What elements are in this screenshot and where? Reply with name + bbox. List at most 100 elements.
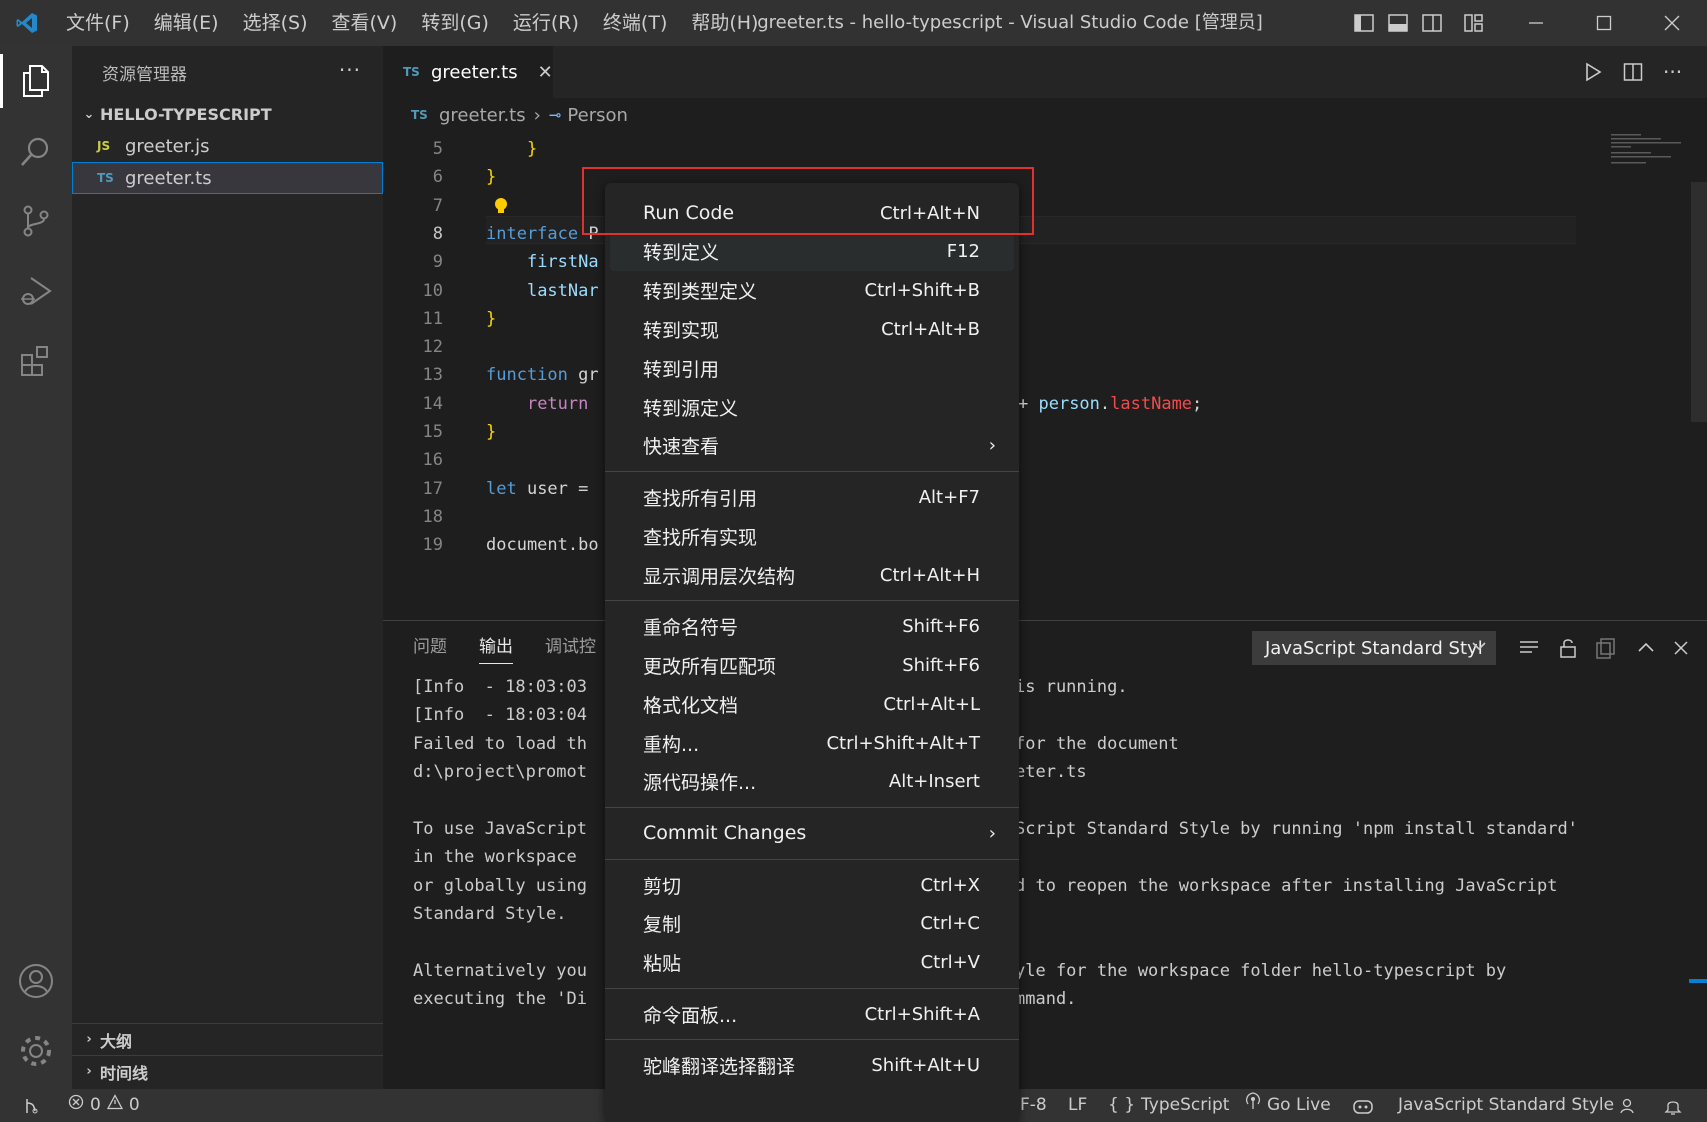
context-menu-item[interactable]: 转到类型定义 Ctrl+Shift+B: [610, 272, 1014, 310]
extensions-icon[interactable]: [0, 326, 72, 396]
eol-status[interactable]: LF: [1068, 1089, 1087, 1122]
menu-item-shortcut: Alt+F7: [918, 486, 980, 508]
minimap[interactable]: [1607, 132, 1687, 172]
maximize-button[interactable]: [1570, 0, 1638, 46]
menu-terminal[interactable]: 终端(T): [591, 0, 679, 46]
menu-item-label: 粘贴: [643, 953, 682, 976]
menu-run[interactable]: 运行(R): [501, 0, 591, 46]
editor-more-actions-icon[interactable]: ···: [1663, 46, 1682, 98]
toggle-panel-icon[interactable]: [1386, 12, 1410, 34]
search-icon[interactable]: [0, 116, 72, 186]
file-item-greeter-js[interactable]: JS greeter.js: [72, 130, 383, 162]
breadcrumb-symbol[interactable]: Person: [567, 105, 628, 126]
code-token: lastName: [1110, 393, 1193, 414]
manage-gear-icon[interactable]: [0, 1016, 72, 1086]
run-code-icon[interactable]: [1583, 46, 1603, 98]
split-editor-icon[interactable]: [1623, 46, 1643, 98]
code-line-tail: + person.lastName;: [1018, 390, 1202, 418]
context-menu-item[interactable]: 重构... Ctrl+Shift+Alt+T: [610, 724, 1014, 762]
explorer-sidebar: 资源管理器 ··· ⌄ HELLO-TYPESCRIPT JS greeter.…: [72, 46, 383, 1089]
tab-problems[interactable]: 问题: [397, 621, 463, 673]
context-menu-item[interactable]: 显示调用层次结构 Ctrl+Alt+H: [610, 556, 1014, 594]
breadcrumb-file[interactable]: greeter.ts: [439, 105, 526, 126]
file-item-greeter-ts[interactable]: TS greeter.ts: [72, 162, 383, 194]
context-menu-item[interactable]: 源代码操作... Alt+Insert: [610, 763, 1014, 801]
context-menu-item[interactable]: 转到引用: [610, 349, 1014, 387]
copilot-icon[interactable]: [1352, 1089, 1374, 1122]
notifications-bell-icon[interactable]: [1664, 1089, 1682, 1122]
file-name: greeter.ts: [125, 167, 212, 189]
context-menu-item[interactable]: 复制 Ctrl+C: [610, 905, 1014, 943]
encoding-status[interactable]: F-8: [1020, 1089, 1047, 1122]
linter-status[interactable]: JavaScript Standard Style: [1398, 1089, 1614, 1122]
go-live-status[interactable]: Go Live: [1245, 1089, 1331, 1122]
outline-section[interactable]: › 大纲: [72, 1023, 383, 1055]
context-menu-item[interactable]: 驼峰翻译选择翻译 Shift+Alt+U: [610, 1047, 1014, 1085]
menu-item-label: 复制: [643, 914, 682, 937]
menu-view[interactable]: 查看(V): [320, 0, 410, 46]
breadcrumb-separator: ›: [533, 104, 541, 126]
context-menu-item[interactable]: 格式化文档 Ctrl+Alt+L: [610, 685, 1014, 723]
output-channel-select[interactable]: JavaScript Standard Styl: [1252, 631, 1496, 665]
open-log-file-icon[interactable]: [1595, 631, 1617, 665]
lock-scroll-icon[interactable]: [1558, 631, 1578, 665]
warning-icon: [106, 1089, 123, 1122]
context-menu-item[interactable]: 粘贴 Ctrl+V: [610, 944, 1014, 982]
language-status[interactable]: { } TypeScript: [1108, 1089, 1229, 1122]
menu-item-shortcut: Alt+Insert: [888, 771, 980, 793]
tab-output[interactable]: 输出: [463, 621, 529, 673]
customize-layout-icon[interactable]: [1462, 12, 1486, 34]
menu-edit[interactable]: 编辑(E): [142, 0, 231, 46]
output-line: Script Standard Style by running 'npm in…: [1015, 818, 1578, 839]
code-editor[interactable]: 5 } 6} 7 8 interface P 9 firstNa 10 lastNar 11}…: [383, 132, 1707, 620]
context-menu-item[interactable]: Commit Changes ›: [610, 814, 1014, 852]
clear-output-icon[interactable]: [1518, 631, 1540, 665]
context-menu-item[interactable]: 剪切 Ctrl+X: [610, 866, 1014, 904]
maximize-panel-icon[interactable]: [1637, 631, 1655, 665]
tab-greeter-ts[interactable]: TS greeter.ts ✕: [383, 46, 553, 98]
context-menu-item[interactable]: 命令面板... Ctrl+Shift+A: [610, 995, 1014, 1033]
menu-go[interactable]: 转到(G): [409, 0, 501, 46]
context-menu-item[interactable]: 转到源定义: [610, 388, 1014, 426]
editor-scrollbar[interactable]: [1691, 182, 1707, 422]
toggle-primary-sidebar-icon[interactable]: [1352, 12, 1376, 34]
output-log-continued: is running. for the document eter.ts Script…: [1015, 673, 1578, 1014]
explorer-icon[interactable]: [0, 46, 72, 116]
tab-debug-console[interactable]: 调试控: [529, 621, 612, 673]
source-control-icon[interactable]: [0, 186, 72, 256]
folder-section-header[interactable]: ⌄ HELLO-TYPESCRIPT: [72, 98, 383, 130]
close-tab-icon[interactable]: ✕: [538, 62, 553, 83]
context-menu-item[interactable]: 更改所有匹配项 Shift+F6: [610, 646, 1014, 684]
context-menu-item[interactable]: Run Code Ctrl+Alt+N: [610, 194, 1014, 232]
context-menu-item[interactable]: 查找所有实现: [610, 517, 1014, 555]
menu-item-label: Commit Changes: [643, 822, 807, 845]
more-actions-icon[interactable]: ···: [339, 58, 361, 82]
context-menu-item[interactable]: 重命名符号 Shift+F6: [610, 608, 1014, 646]
problems-status[interactable]: 0 0: [68, 1089, 140, 1122]
menu-selection[interactable]: 选择(S): [231, 0, 320, 46]
code-text: }: [486, 163, 496, 191]
line-number: 16: [422, 450, 443, 471]
menu-item-label: 驼峰翻译选择翻译: [643, 1056, 796, 1079]
remote-indicator-icon[interactable]: [22, 1089, 40, 1122]
chevron-right-icon: ›: [86, 1064, 92, 1079]
code-token: person: [1038, 393, 1100, 414]
menu-file[interactable]: 文件(F): [54, 0, 142, 46]
code-token: function: [486, 365, 568, 386]
line-number: 19: [422, 535, 443, 556]
minimize-button[interactable]: [1502, 0, 1570, 46]
context-menu-item[interactable]: 转到定义 F12: [610, 232, 1014, 271]
menu-separator: [605, 1039, 1019, 1041]
context-menu-item[interactable]: 查找所有引用 Alt+F7: [610, 478, 1014, 516]
close-panel-icon[interactable]: [1673, 631, 1689, 665]
timeline-section[interactable]: › 时间线: [72, 1055, 383, 1087]
toggle-secondary-sidebar-icon[interactable]: [1420, 12, 1444, 34]
context-menu-item[interactable]: 快速查看 ›: [610, 427, 1014, 465]
close-window-button[interactable]: [1638, 0, 1706, 46]
run-and-debug-icon[interactable]: [0, 256, 72, 326]
feedback-icon[interactable]: [1620, 1089, 1638, 1122]
outline-label: 大纲: [100, 1031, 133, 1051]
context-menu-item[interactable]: 转到实现 Ctrl+Alt+B: [610, 310, 1014, 348]
accounts-icon[interactable]: [0, 946, 72, 1016]
